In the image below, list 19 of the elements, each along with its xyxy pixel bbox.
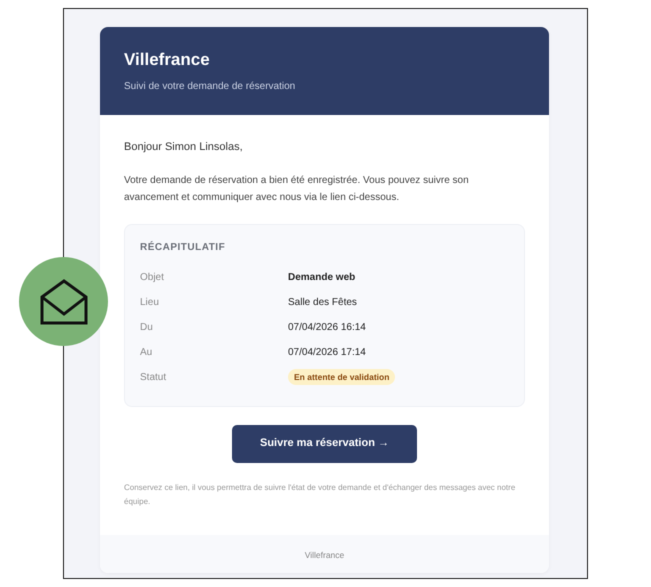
field-value: Salle des Fêtes (288, 296, 357, 310)
field-value: 07/04/2026 17:14 (288, 346, 366, 360)
summary-title: RÉCAPITULATIF (140, 240, 226, 254)
status-badge: En attente de validation (288, 368, 396, 386)
greeting: Bonjour Simon Linsolas, (124, 140, 244, 155)
brand-title: Villefrance (124, 49, 211, 71)
field-label: Du (140, 320, 154, 334)
note-text: Conservez ce lien, il vous permettra de suivre l'état de votre demande et d'échanger des messages avec notre équipe. (124, 482, 516, 508)
field-label: Au (140, 346, 154, 360)
track-reservation-button[interactable]: Suivre ma réservation → (232, 424, 417, 462)
field-value: 07/04/2026 16:14 (288, 320, 366, 334)
field-label: Lieu (140, 296, 160, 310)
open-envelope-icon (40, 278, 88, 324)
intro-text: Votre demande de réservation a bien été enregistrée. Vous pouvez suivre son avancement et communiquer avec nous via le lien ci-dessous. (124, 174, 470, 204)
footer-text: Villefrance (100, 534, 549, 574)
field-value: Demande web (288, 270, 356, 284)
field-label: Objet (140, 270, 165, 284)
header-subtitle: Suivi de votre demande de réservation (124, 80, 296, 94)
field-label: Statut (140, 370, 168, 384)
